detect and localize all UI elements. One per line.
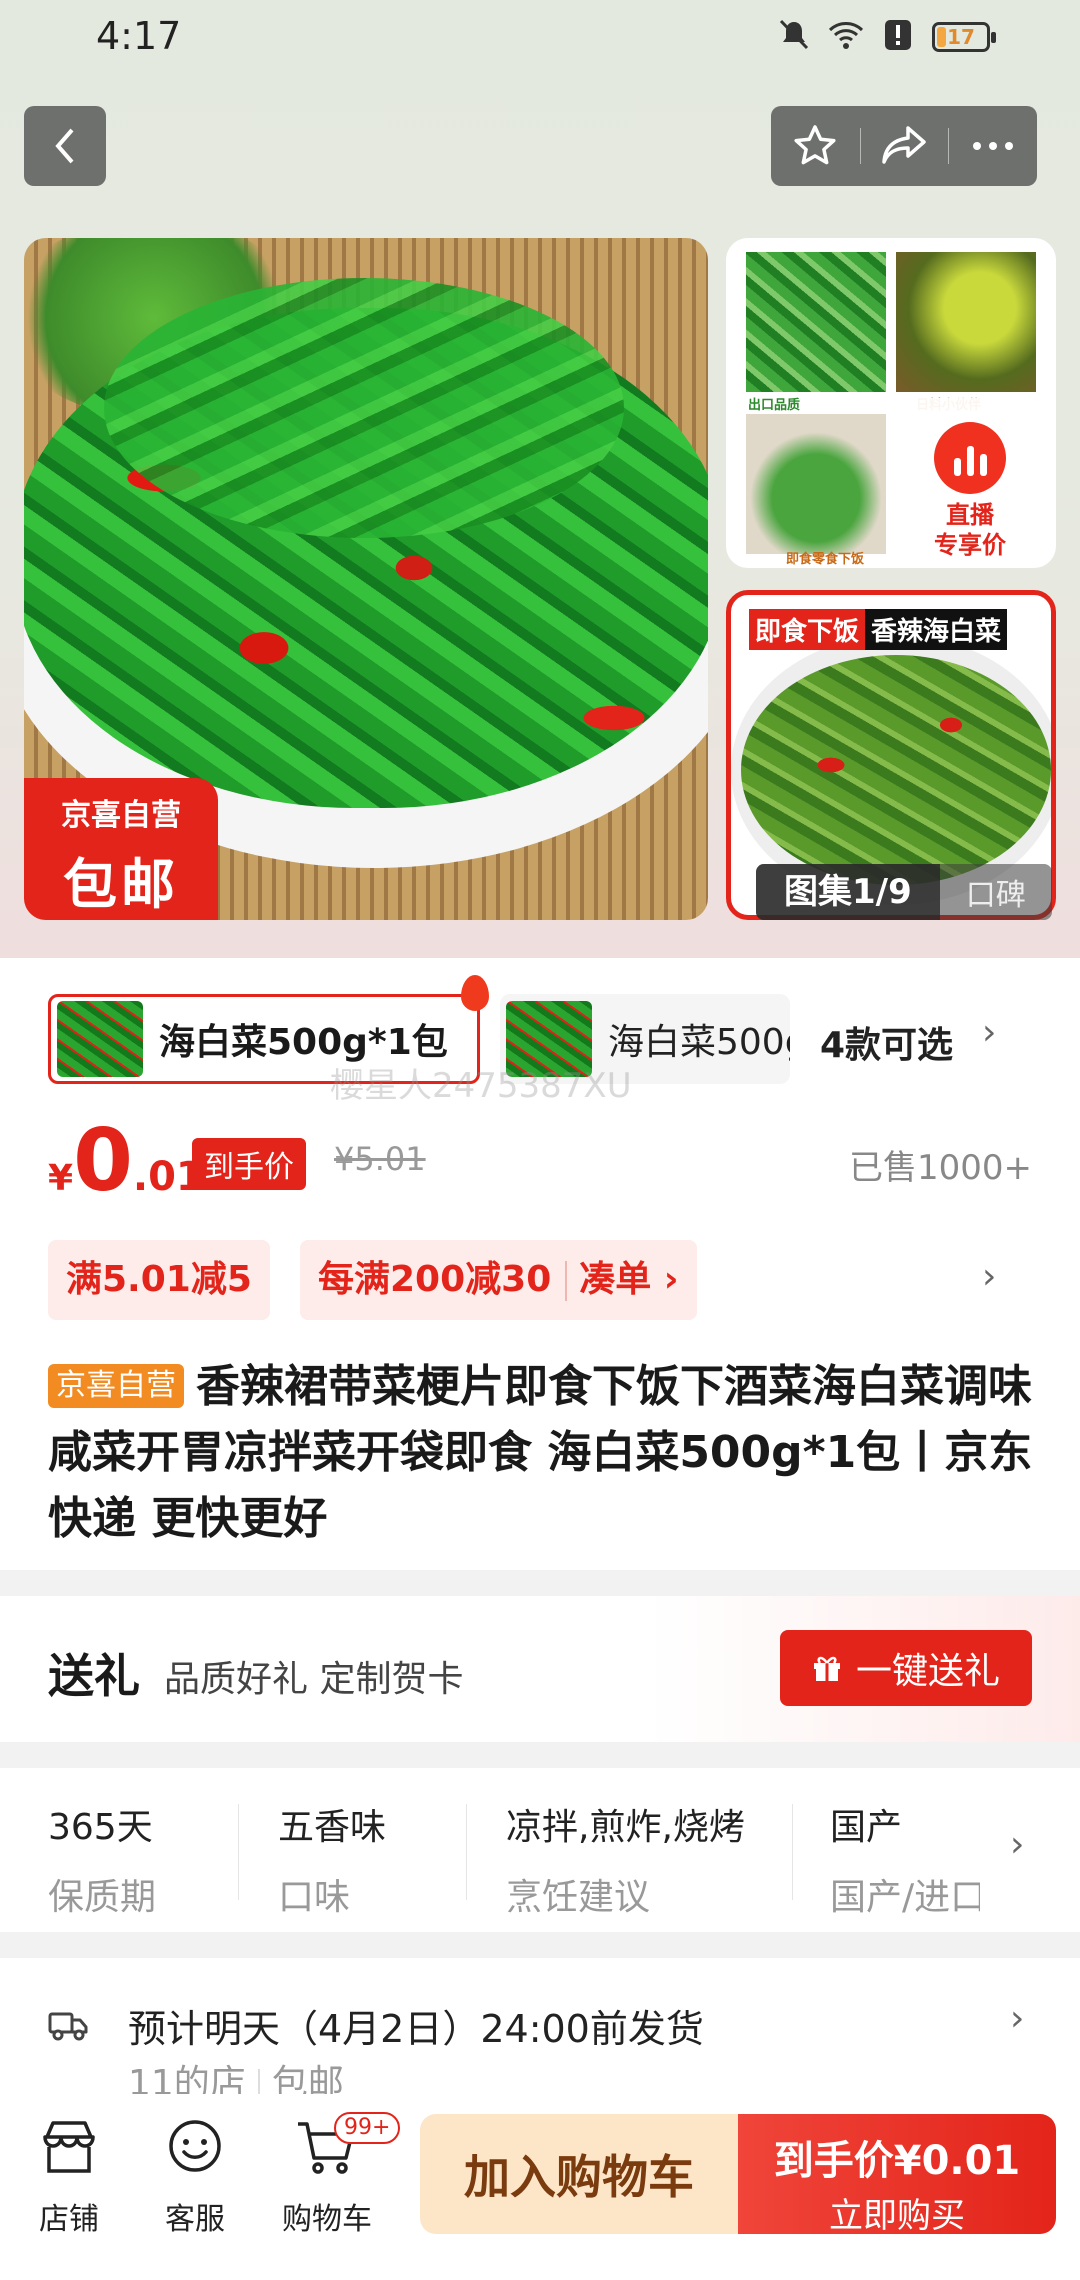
spec-key: 烹饪建议	[506, 1877, 651, 1918]
add-to-cart-button[interactable]: 加入购物车	[420, 2114, 738, 2234]
spec-item: 五香味 口味	[278, 1798, 386, 1920]
live-price-label: 专享价	[934, 531, 1006, 559]
spec-item: 365天 保质期	[48, 1798, 156, 1920]
thumb-caption: 即食零食下饭	[786, 552, 865, 567]
store-label: 店铺	[39, 2202, 99, 2237]
product-info: 海白菜500g*1包 海白菜500g 4款可选 › ¥ 0 .01 到手价 ¥5…	[0, 958, 1080, 1570]
buy-price-value: ¥0.01	[893, 2138, 1021, 2184]
send-gift-button[interactable]: 一键送礼	[780, 1630, 1032, 1706]
variant-label: 海白菜500g	[608, 1022, 790, 1063]
price-row: ¥ 0 .01 到手价 ¥5.01 已售1000+	[48, 1118, 1032, 1218]
promo-coupon[interactable]: 满5.01减5	[48, 1240, 270, 1320]
cart-count-badge: 99+	[334, 2112, 401, 2144]
jingxi-tag: 京喜自营	[48, 1364, 184, 1408]
delivery-estimate: 预计明天（4月2日）24:00前发货	[128, 2007, 704, 2051]
variant-thumbnail	[57, 1001, 143, 1077]
thumb-caption: 出口品质	[748, 398, 801, 413]
share-button[interactable]	[859, 106, 949, 186]
promo-row[interactable]: 满5.01减5 每满200减30 凑单 › ›	[48, 1240, 1048, 1320]
cart-label: 购物车	[282, 2202, 372, 2237]
live-label: 直播	[946, 501, 994, 529]
service-label: 客服	[165, 2202, 225, 2237]
spec-key: 国产/进口	[830, 1877, 980, 1918]
gift-section: 送礼 品质好礼 定制贺卡 一键送礼	[0, 1596, 1080, 1742]
gallery-tabs: 图集1/9 口碑	[756, 864, 1052, 920]
gift-icon	[813, 1656, 840, 1681]
spec-value: 凉拌,煎炸,烧烤	[506, 1807, 745, 1848]
spec-value: 365天	[48, 1807, 153, 1848]
chevron-left-icon	[55, 128, 74, 164]
status-time: 4:17	[96, 14, 182, 58]
promo-add-on: 凑单	[579, 1259, 652, 1300]
spec-key: 口味	[278, 1877, 351, 1918]
thumb-banner-1: 即食下饭	[749, 609, 866, 650]
store-icon	[43, 2121, 95, 2173]
hot-icon	[461, 975, 489, 1011]
cart-button[interactable]: 购物车 99+	[272, 2112, 401, 2238]
spec-item: 国产 国产/进口	[830, 1798, 980, 1920]
variant-count[interactable]: 4款可选	[820, 1016, 953, 1068]
gift-subtitle: 品质好礼 定制贺卡	[164, 1659, 464, 1700]
spec-value: 五香味	[278, 1807, 387, 1848]
final-price-tag: 到手价	[192, 1138, 306, 1190]
buy-now-label: 立即购买	[829, 2196, 965, 2236]
spec-key: 保质期	[48, 1877, 157, 1918]
badge-free-shipping: 包邮	[63, 853, 179, 916]
chevron-right-icon[interactable]: ›	[982, 1012, 996, 1053]
truck-icon	[48, 2012, 88, 2041]
original-price: ¥5.01	[334, 1140, 426, 1178]
send-gift-label: 一键送礼	[855, 1651, 1000, 1692]
thumb-banner-2: 香辣海白菜	[865, 609, 1008, 650]
promo-discount-label: 每满200减30	[318, 1259, 552, 1300]
watermark: 樱星人2475387XU	[330, 1066, 632, 1106]
share-icon	[882, 126, 926, 164]
star-icon	[794, 125, 836, 165]
battery-icon: 17	[932, 22, 996, 52]
chevron-right-icon: ›	[651, 1259, 679, 1300]
product-title: 京喜自营 香辣裙带菜梗片即食下饭下酒菜海白菜调味咸菜开胃凉拌菜开袋即食 海白菜50…	[48, 1354, 1038, 1552]
thumb-banner: 即食下饭 香辣海白菜	[749, 609, 1008, 650]
bottom-action-bar: 店铺 客服 购物车 99+ 加入购物车 到手价¥0.01 立即购买	[0, 2094, 1080, 2280]
status-icons: 17	[776, 18, 996, 56]
status-bar: 4:17 17	[0, 0, 1080, 80]
badge-top-label: 京喜自营	[61, 798, 181, 833]
specs-row[interactable]: 365天 保质期 五香味 口味 凉拌,煎炸,烧烤 烹饪建议 国产 国产/进口 ›	[0, 1768, 1080, 1932]
product-hero: 4:17 17 京喜自营 包邮 出口品质 即食零食下饭 直播 专享价 即食下饭 …	[0, 0, 1080, 958]
chevron-right-icon[interactable]: ›	[1010, 1824, 1024, 1865]
chevron-right-icon[interactable]: ›	[982, 1256, 996, 1297]
buy-now-price: 到手价¥0.01	[738, 2128, 1056, 2186]
spec-value: 国产	[830, 1807, 903, 1848]
mute-icon	[776, 18, 812, 56]
store-button[interactable]: 店铺	[14, 2112, 124, 2238]
spec-item: 凉拌,煎炸,烧烤 烹饪建议	[506, 1798, 745, 1920]
chat-icon	[169, 2120, 221, 2172]
reviews-tab[interactable]: 口碑	[940, 870, 1052, 914]
service-button[interactable]: 客服	[140, 2112, 250, 2238]
main-product-image[interactable]: 京喜自营 包邮	[24, 238, 708, 920]
price-integer: 0	[73, 1111, 133, 1211]
favorite-button[interactable]	[771, 106, 860, 186]
alert-icon	[880, 18, 916, 56]
buy-price-label: 到手价	[773, 2138, 894, 2184]
header-actions	[771, 106, 1037, 186]
sold-count: 已售1000+	[848, 1148, 1032, 1188]
live-price-card[interactable]: 直播 专享价	[896, 398, 1044, 568]
buy-now-button[interactable]: 到手价¥0.01 立即购买	[738, 2114, 1056, 2236]
gift-heading: 送礼	[48, 1649, 140, 1703]
chevron-right-icon[interactable]: ›	[1010, 1998, 1024, 2039]
more-button[interactable]	[948, 106, 1037, 186]
product-title-text: 香辣裙带菜梗片即食下饭下酒菜海白菜调味咸菜开胃凉拌菜开袋即食 海白菜500g*1…	[48, 1361, 1033, 1544]
price-currency: ¥	[48, 1158, 74, 1199]
jingxi-badge: 京喜自营 包邮	[24, 778, 218, 920]
more-icon	[972, 142, 1013, 150]
back-button[interactable]	[24, 106, 106, 186]
wifi-icon	[828, 18, 864, 56]
promo-discount[interactable]: 每满200减30 凑单 ›	[300, 1240, 697, 1320]
battery-level: 17	[947, 25, 975, 49]
gallery-tab[interactable]: 图集1/9	[756, 864, 940, 920]
final-price: ¥ 0 .01	[48, 1118, 204, 1204]
live-icon	[934, 422, 1006, 494]
